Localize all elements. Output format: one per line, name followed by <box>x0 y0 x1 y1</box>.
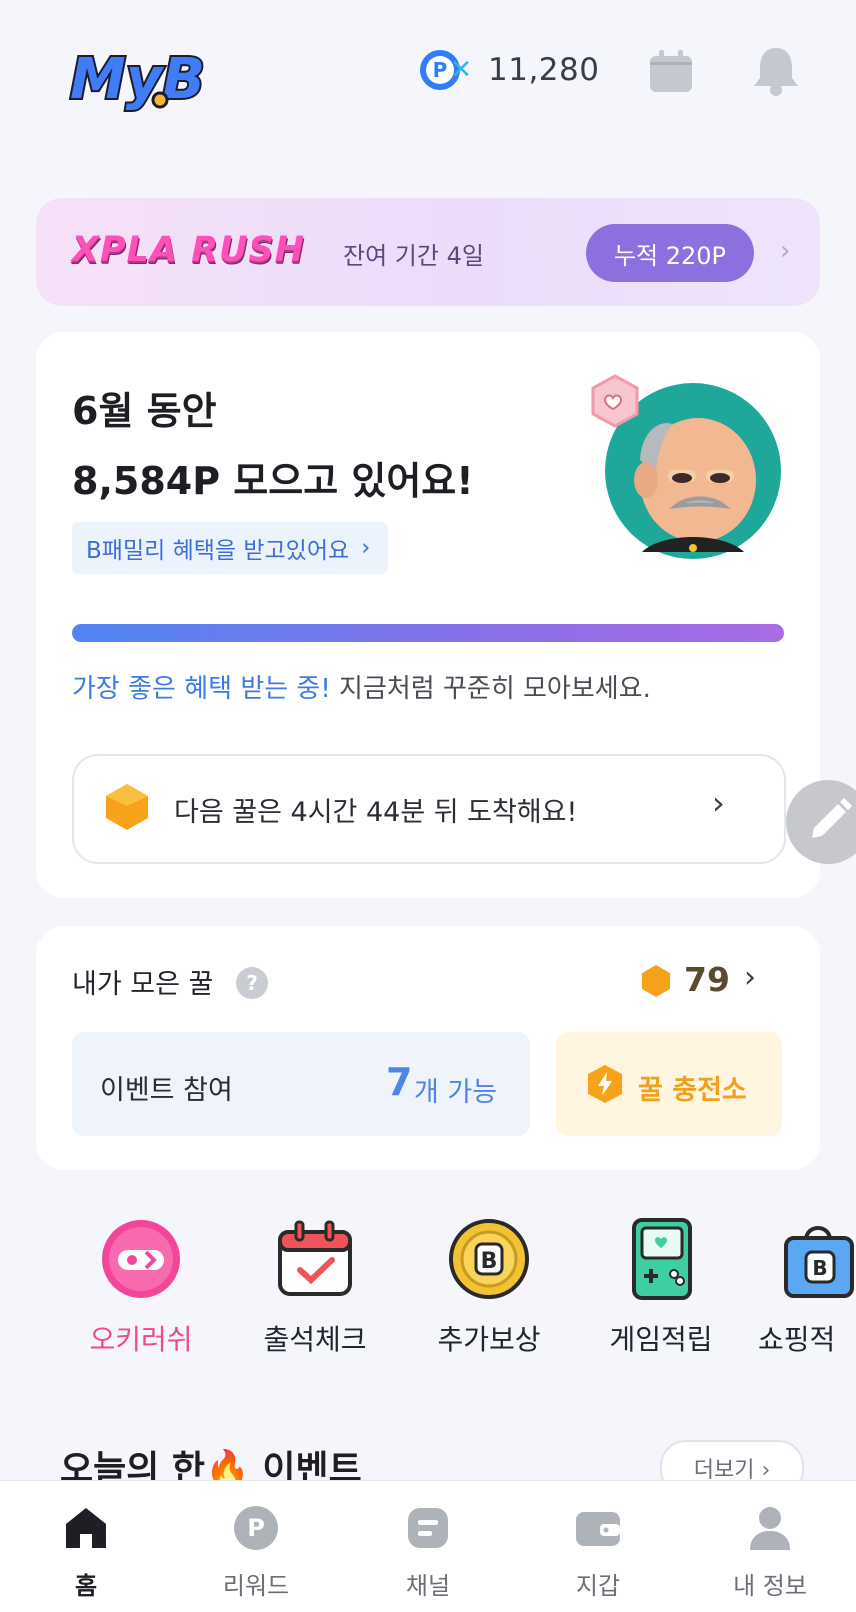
my-honey-title: 내가 모은 꿀 <box>72 969 214 1000</box>
event-participation-label: 이벤트 참여 <box>100 1075 233 1106</box>
calendar-icon[interactable] <box>648 50 694 94</box>
calendar-check-icon <box>274 1218 356 1300</box>
honey-hexagon-icon <box>640 964 672 998</box>
shortcut-shopping[interactable]: B 쇼핑적 <box>758 1218 856 1358</box>
shortcut-attendance[interactable]: 출석체크 <box>240 1218 390 1358</box>
tab-wallet[interactable]: 지갑 <box>538 1504 658 1601</box>
summary-points: 8,584P 모으고 있어요! <box>72 459 474 503</box>
svg-text:B: B <box>481 1249 498 1274</box>
svg-text:MyB: MyB <box>70 47 205 112</box>
chevron-right-icon[interactable]: › <box>744 960 756 995</box>
lightning-hexagon-icon <box>586 1064 624 1104</box>
benefit-status-text: 가장 좋은 혜택 받는 중! 지금처럼 꾸준히 모아보세요. <box>72 668 651 705</box>
points-balance[interactable]: P ✕ 11,280 <box>420 48 599 92</box>
tab-label: 홈 <box>74 1572 98 1600</box>
shortcut-label: 추가보상 <box>437 1323 541 1356</box>
channel-icon <box>404 1504 452 1552</box>
home-icon <box>62 1504 110 1552</box>
honey-count[interactable]: 79 <box>684 960 730 999</box>
svg-text:B: B <box>812 1256 827 1280</box>
shortcut-okirush[interactable]: 오키러쉬 <box>66 1218 216 1358</box>
rush-remaining-days: 잔여 기간 4일 <box>343 242 484 270</box>
b-coin-icon: B <box>448 1218 530 1300</box>
help-icon[interactable]: ? <box>236 967 268 999</box>
shortcut-label: 출석체크 <box>263 1323 367 1356</box>
shortcut-label: 게임적립 <box>609 1323 713 1356</box>
profile-icon <box>746 1504 794 1552</box>
tab-home[interactable]: 홈 <box>26 1504 146 1601</box>
shortcut-label: 오키러쉬 <box>89 1323 193 1356</box>
myb-logo: MyB <box>68 44 214 116</box>
reward-icon: P <box>232 1504 280 1552</box>
tab-channel[interactable]: 채널 <box>368 1504 488 1601</box>
chevron-right-icon: › <box>712 784 725 822</box>
tab-label: 내 정보 <box>733 1572 807 1600</box>
event-available-unit: 개 가능 <box>414 1077 498 1108</box>
shortcut-extra-reward[interactable]: B 추가보상 <box>414 1218 564 1358</box>
b-family-badge[interactable]: B패밀리 혜택을 받고있어요 › <box>72 522 389 574</box>
svg-text:P: P <box>247 1514 265 1542</box>
tab-label: 채널 <box>405 1572 451 1600</box>
family-badge-label: B패밀리 혜택을 받고있어요 <box>86 538 350 564</box>
avatar[interactable] <box>591 374 784 562</box>
event-available-count: 7 <box>386 1060 413 1104</box>
notification-bell-icon[interactable] <box>752 44 800 96</box>
shortcut-label: 쇼핑적 <box>758 1323 836 1356</box>
tab-label: 리워드 <box>222 1572 290 1600</box>
rush-accumulated-pill: 누적 220P <box>586 224 754 282</box>
shopping-bag-icon: B <box>780 1218 856 1300</box>
next-honey-text: 다음 꿀은 4시간 44분 뒤 도착해요! <box>174 797 578 828</box>
edit-pencil-button[interactable] <box>786 780 856 864</box>
game-console-icon <box>620 1218 702 1300</box>
tab-reward[interactable]: P 리워드 <box>196 1504 316 1601</box>
wallet-icon <box>574 1504 622 1552</box>
honey-charging-station-label: 꿀 충전소 <box>638 1075 747 1106</box>
benefit-status-highlight: 가장 좋은 혜택 받는 중! <box>72 674 331 704</box>
chevron-right-icon: › <box>361 535 371 561</box>
chevron-right-icon: › <box>780 236 791 266</box>
progress-bar <box>72 624 784 642</box>
p-coin-icon: P ✕ <box>420 50 472 90</box>
xpla-rush-title: XPLA RUSH <box>72 230 306 270</box>
summary-month: 6월 동안 <box>72 389 217 433</box>
okirush-icon <box>100 1218 182 1300</box>
tab-label: 지갑 <box>575 1572 621 1600</box>
tab-profile[interactable]: 내 정보 <box>710 1504 830 1601</box>
benefit-status-message: 지금처럼 꾸준히 모아보세요. <box>330 674 651 704</box>
points-value: 11,280 <box>488 52 600 88</box>
honey-hexagon-icon <box>102 782 152 832</box>
shortcut-game[interactable]: 게임적립 <box>586 1218 736 1358</box>
